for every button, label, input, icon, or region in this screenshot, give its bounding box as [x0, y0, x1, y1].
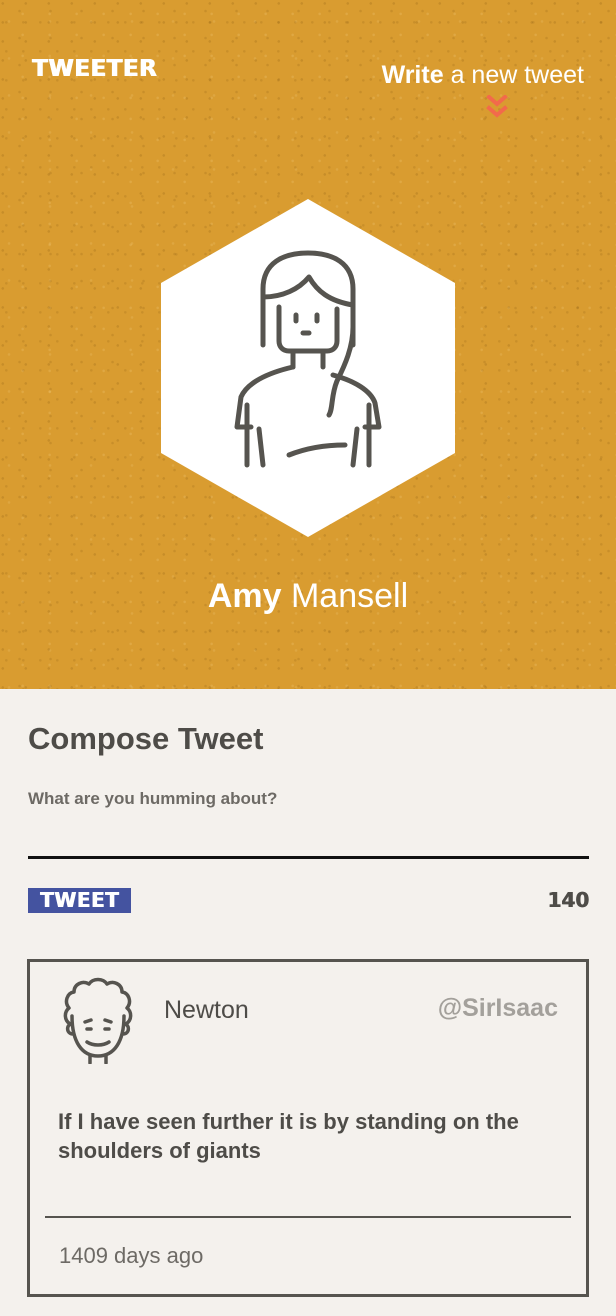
profile-header: TWEETER Write a new tweet Amy Mansell — [0, 0, 616, 689]
double-chevron-down-icon[interactable] — [485, 95, 509, 121]
char-counter: 140 — [547, 888, 589, 913]
profile-first-name: Amy — [207, 577, 282, 615]
compose-title: Compose Tweet — [28, 721, 264, 756]
brand-logo[interactable]: TWEETER — [32, 58, 157, 81]
tweet-card: Newton @SirIsaac If I have seen further … — [27, 959, 589, 1297]
profile-last-name: Mansell — [290, 577, 409, 615]
tweet-handle[interactable]: @SirIsaac — [438, 994, 558, 1023]
profile-name: Amy Mansell — [0, 577, 616, 615]
tweet-text: If I have seen further it is by standing… — [58, 1109, 519, 1163]
tweet-divider — [45, 1216, 571, 1218]
write-link-rest: a new tweet — [450, 61, 584, 89]
tweet-author[interactable]: Newton — [164, 996, 249, 1025]
tweet-timestamp: 1409 days ago — [59, 1243, 204, 1268]
tweet-input[interactable] — [28, 819, 589, 860]
compose-label: What are you humming about? — [28, 789, 278, 809]
compose-actions: TWEET 140 — [28, 888, 589, 916]
write-link-strong: Write — [381, 61, 444, 89]
write-new-tweet-link[interactable]: Write a new tweet — [382, 63, 584, 88]
tweet-button[interactable]: TWEET — [28, 888, 131, 914]
curly-hair-avatar-icon — [63, 977, 133, 1064]
compose-section: Compose Tweet What are you humming about… — [28, 720, 589, 916]
profile-avatar — [161, 199, 455, 537]
